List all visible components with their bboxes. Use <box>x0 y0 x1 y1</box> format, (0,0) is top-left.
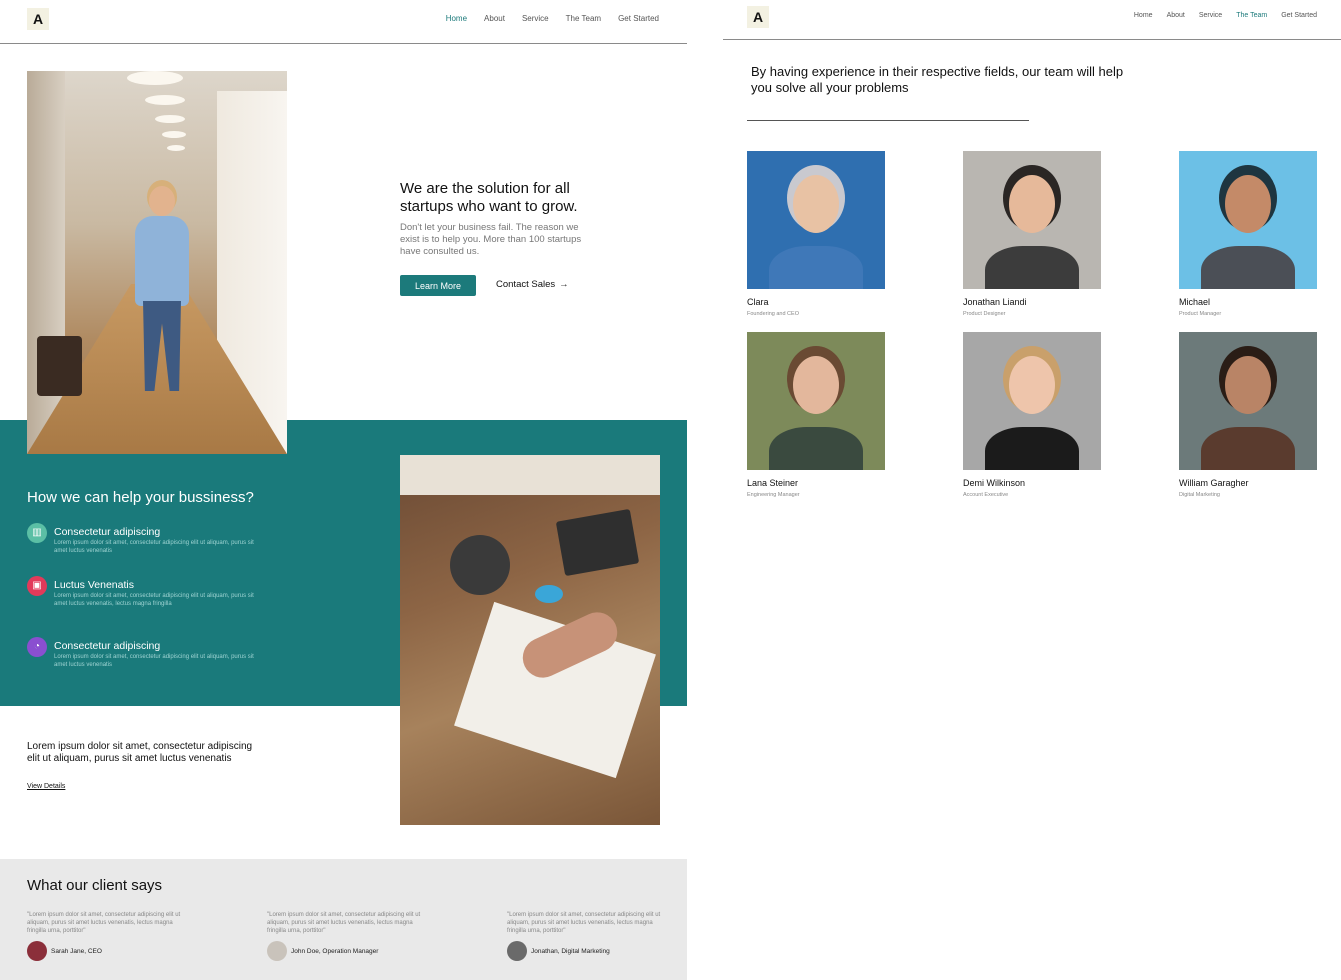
hero-title: We are the solution for all startups who… <box>400 180 578 215</box>
member-role: Engineering Manager <box>747 492 800 498</box>
inbox-icon: ▣ <box>27 576 47 596</box>
testimonial-quote: "Lorem ipsum dolor sit amet, consectetur… <box>267 912 421 934</box>
nav-links: Home About Service The Team Get Started <box>1134 12 1317 19</box>
feature-text: Lorem ipsum dolor sit amet, consectetur … <box>54 540 254 554</box>
logo[interactable]: A <box>747 6 769 28</box>
nav-the-team[interactable]: The Team <box>1236 12 1267 19</box>
team-member-card[interactable]: Demi Wilkinson Account Executive <box>963 332 1101 498</box>
avatar <box>267 941 287 961</box>
team-member-card[interactable]: William Garagher Digital Marketing <box>1179 332 1317 498</box>
author-name: John Doe, Operation Manager <box>291 947 379 955</box>
team-member-card[interactable]: Clara Foundering and CEO <box>747 151 885 317</box>
testimonial-quote: "Lorem ipsum dolor sit amet, consectetur… <box>507 912 661 934</box>
member-role: Product Designer <box>963 311 1006 317</box>
avatar <box>507 941 527 961</box>
learn-more-button[interactable]: Learn More <box>400 275 476 296</box>
testimonial-author: Sarah Jane, CEO <box>27 941 102 961</box>
top-nav: A Home About Service The Team Get Starte… <box>0 0 687 44</box>
nav-get-started[interactable]: Get Started <box>618 14 659 23</box>
avatar <box>27 941 47 961</box>
testimonial-author: John Doe, Operation Manager <box>267 941 378 961</box>
team-page: A Home About Service The Team Get Starte… <box>723 0 1341 980</box>
team-member-card[interactable]: Michael Product Manager <box>1179 151 1317 317</box>
member-role: Account Executive <box>963 492 1009 498</box>
desk-workspace-photo <box>400 455 660 825</box>
hero-office-photo <box>27 71 287 454</box>
nav-get-started[interactable]: Get Started <box>1281 12 1317 19</box>
testimonials-title: What our client says <box>27 877 163 894</box>
divider <box>747 120 1029 121</box>
member-role: Foundering and CEO <box>747 311 799 317</box>
member-name: Michael <box>1179 297 1211 307</box>
contact-sales-button[interactable]: Contact Sales → <box>496 279 569 290</box>
nav-home[interactable]: Home <box>1134 12 1153 19</box>
bar-chart-icon: ▥ <box>27 523 47 543</box>
testimonial-card: "Lorem ipsum dolor sit amet, consectetur… <box>27 911 187 961</box>
member-photo <box>963 332 1101 470</box>
member-photo <box>1179 332 1317 470</box>
testimonial-quote: "Lorem ipsum dolor sit amet, consectetur… <box>27 912 181 934</box>
team-heading: By having experience in their respective… <box>751 64 1124 95</box>
nav-home[interactable]: Home <box>446 14 467 23</box>
hero-description: Don't let your business fail. The reason… <box>400 222 582 257</box>
author-name: Sarah Jane, CEO <box>51 947 102 955</box>
feature-title: Luctus Venenatis <box>54 579 134 591</box>
feature-title: Consectetur adipiscing <box>54 640 161 652</box>
member-role: Product Manager <box>1179 311 1222 317</box>
arrow-right-icon: → <box>559 279 569 290</box>
member-name: Lana Steiner <box>747 478 799 488</box>
member-name: Clara <box>747 297 769 307</box>
member-role: Digital Marketing <box>1179 492 1220 498</box>
logo[interactable]: A <box>27 8 49 30</box>
member-photo <box>1179 151 1317 289</box>
pie-chart-icon: ◔ <box>27 637 47 657</box>
member-name: William Garagher <box>1179 478 1249 488</box>
team-member-card[interactable]: Jonathan Liandi Product Designer <box>963 151 1101 317</box>
help-section-title: How we can help your bussiness? <box>27 489 254 506</box>
nav-about[interactable]: About <box>1167 12 1185 19</box>
contact-sales-label: Contact Sales <box>496 279 556 290</box>
member-photo <box>963 151 1101 289</box>
feature-text: Lorem ipsum dolor sit amet, consectetur … <box>54 654 254 668</box>
top-nav: A Home About Service The Team Get Starte… <box>723 0 1341 40</box>
nav-about[interactable]: About <box>484 14 505 23</box>
nav-links: Home About Service The Team Get Started <box>446 14 659 23</box>
nav-service[interactable]: Service <box>522 14 549 23</box>
feature-title: Consectetur adipiscing <box>54 526 161 538</box>
member-photo <box>747 332 885 470</box>
member-name: Jonathan Liandi <box>963 297 1027 307</box>
nav-the-team[interactable]: The Team <box>566 14 601 23</box>
testimonial-card: "Lorem ipsum dolor sit amet, consectetur… <box>267 911 427 961</box>
member-name: Demi Wilkinson <box>963 478 1026 488</box>
author-name: Jonathan, Digital Marketing <box>531 947 610 955</box>
feature-text: Lorem ipsum dolor sit amet, consectetur … <box>54 593 254 607</box>
team-member-card[interactable]: Lana Steiner Engineering Manager <box>747 332 885 498</box>
testimonial-author: Jonathan, Digital Marketing <box>507 941 610 961</box>
member-photo <box>747 151 885 289</box>
landing-page: A Home About Service The Team Get Starte… <box>0 0 687 980</box>
testimonial-card: "Lorem ipsum dolor sit amet, consectetur… <box>507 911 667 961</box>
view-details-link[interactable]: View Details <box>27 783 65 790</box>
details-title: Lorem ipsum dolor sit amet, consectetur … <box>27 741 253 764</box>
nav-service[interactable]: Service <box>1199 12 1222 19</box>
